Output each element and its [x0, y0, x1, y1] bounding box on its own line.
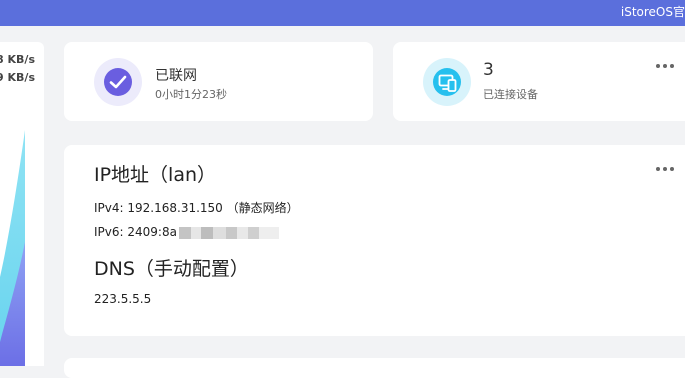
network-status-card[interactable]: 已联网 0小时1分23秒	[64, 42, 373, 121]
more-options-icon[interactable]	[655, 57, 677, 75]
connected-devices-card[interactable]: 3 已连接设备	[393, 42, 685, 121]
top-bar: iStoreOS官	[0, 0, 685, 26]
network-status-title: 已联网	[155, 68, 197, 84]
ipv4-value[interactable]: 192.168.31.150	[127, 201, 222, 215]
traffic-panel: 8 KB/s 9 KB/s	[0, 42, 44, 366]
dns-value[interactable]: 223.5.5.5	[94, 292, 151, 306]
devices-icon	[438, 74, 457, 92]
ipv4-row: IPv4: 192.168.31.150 （静态网络）	[94, 199, 299, 216]
ipv6-row: IPv6: 2409:8a	[94, 225, 279, 239]
ipv6-label: IPv6:	[94, 225, 128, 239]
devices-icon-badge	[423, 58, 471, 106]
ipv6-value[interactable]: 2409:8a	[127, 225, 177, 239]
check-icon	[109, 75, 127, 89]
ip-section-title: IP地址（lan）	[94, 164, 217, 186]
redacted-ipv6	[178, 226, 279, 239]
uptime-text: 0小时1分23秒	[155, 88, 227, 101]
status-icon-badge	[94, 58, 142, 106]
brand-title[interactable]: iStoreOS官	[621, 3, 685, 20]
ipv4-mode: （静态网络）	[226, 201, 299, 215]
device-count: 3	[483, 60, 494, 80]
download-speed: 9 KB/s	[0, 71, 35, 84]
dns-section-title: DNS（手动配置）	[94, 258, 249, 280]
devices-label: 已连接设备	[483, 88, 538, 101]
upload-speed: 8 KB/s	[0, 53, 35, 66]
ip-address-card: IP地址（lan） IPv4: 192.168.31.150 （静态网络） IP…	[64, 145, 685, 336]
next-card	[64, 358, 685, 378]
traffic-chart	[0, 130, 25, 366]
ipv4-label: IPv4:	[94, 201, 128, 215]
more-options-icon[interactable]	[655, 160, 677, 178]
